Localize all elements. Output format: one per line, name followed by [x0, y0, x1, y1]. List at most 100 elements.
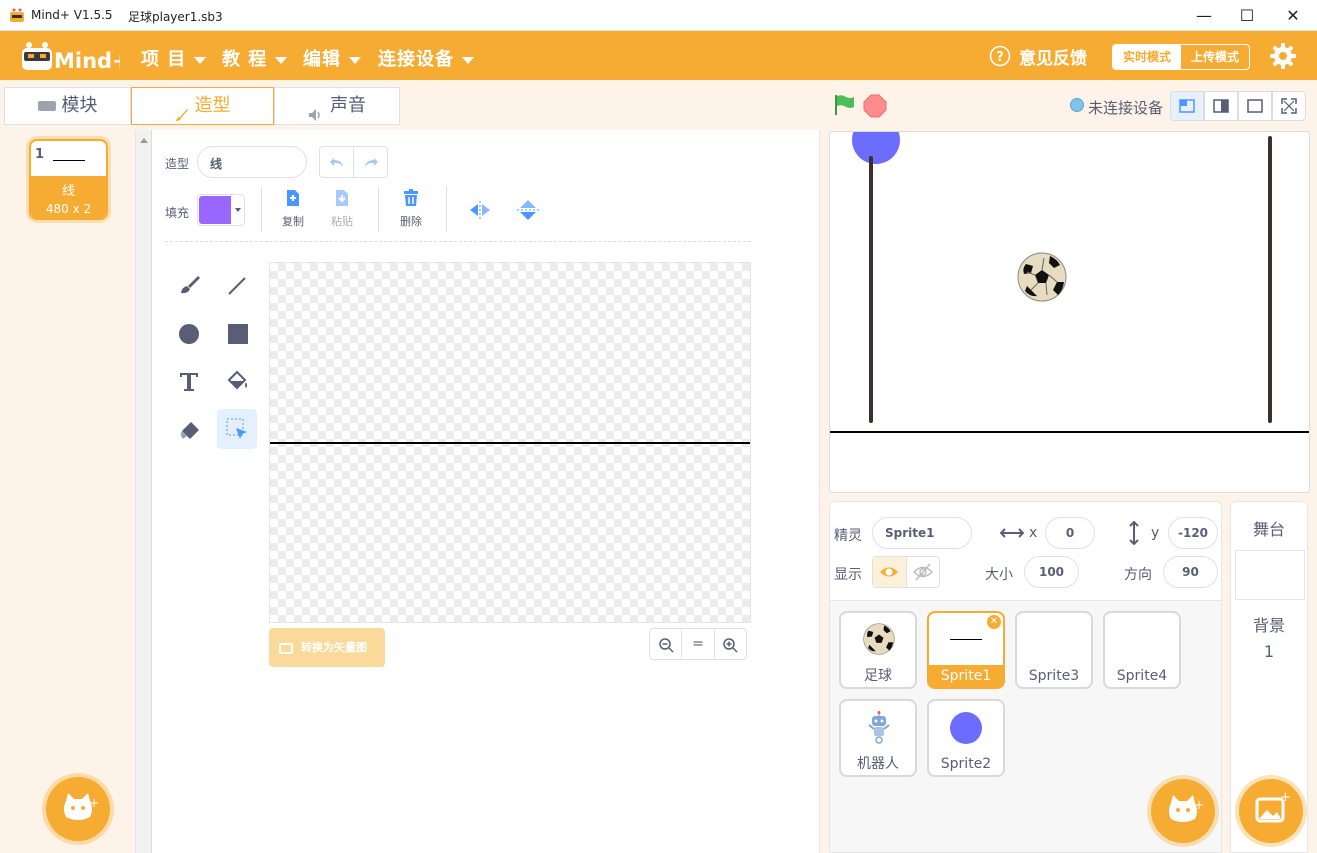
fill-swatch: [199, 196, 231, 224]
blocks-icon: [37, 101, 56, 111]
settings-button[interactable]: [1269, 42, 1297, 70]
costume-index: 1: [35, 147, 45, 162]
line-shape[interactable]: [270, 442, 750, 444]
costume-name-label: 造型: [165, 157, 190, 171]
chevron-down-icon: [275, 56, 288, 64]
sprite-name-input[interactable]: Sprite1: [872, 517, 972, 549]
mindplus-logo[interactable]: Mind+: [20, 40, 130, 74]
normal-stage-button[interactable]: [1204, 91, 1238, 121]
copy-label: 复制: [282, 215, 304, 228]
tab-costumes[interactable]: 造型: [131, 87, 274, 125]
costume-item[interactable]: 1 线 480 x 2: [29, 139, 108, 220]
line-tool[interactable]: [217, 265, 257, 305]
zoom-in-button[interactable]: [715, 629, 746, 659]
direction-label: 方向: [1124, 567, 1152, 583]
flip-horizontal-icon: [470, 201, 490, 219]
realtime-mode-button[interactable]: 实时模式: [1113, 45, 1181, 69]
scroll-up-icon[interactable]: [140, 138, 148, 143]
left-goal-post[interactable]: [869, 156, 873, 423]
small-stage-button[interactable]: [1170, 91, 1204, 121]
stop-button[interactable]: [863, 94, 887, 118]
choose-costume-button[interactable]: +: [46, 777, 110, 841]
costume-list-scrollbar[interactable]: [136, 130, 152, 853]
costume-name-input[interactable]: 线: [197, 146, 307, 178]
horizontal-arrow-icon: [1000, 528, 1024, 538]
brush-tool-icon: [181, 276, 200, 294]
menu-connect-device[interactable]: 连接设备: [378, 45, 474, 71]
choose-backdrop-button[interactable]: +: [1239, 779, 1303, 843]
tab-sounds[interactable]: 声音: [274, 87, 400, 125]
minimize-button[interactable]: —: [1186, 4, 1222, 28]
zoom-out-button[interactable]: [650, 629, 683, 659]
brush-tool[interactable]: [169, 265, 209, 305]
y-input[interactable]: -120: [1168, 517, 1218, 549]
fullscreen-button[interactable]: [1272, 91, 1306, 121]
copy-button[interactable]: 复制: [278, 189, 308, 229]
sprite-tile-sprite2[interactable]: Sprite2: [927, 699, 1005, 777]
menu-edit-label: 编辑: [303, 49, 341, 70]
delete-button[interactable]: 删除: [396, 189, 426, 229]
size-input[interactable]: 100: [1024, 556, 1079, 588]
editor-tabs: 模块 造型 声音: [0, 80, 820, 130]
feedback-button[interactable]: ? 意见反馈: [989, 44, 1087, 69]
sprite-tile-label: Sprite3: [1028, 668, 1080, 684]
tab-blocks-label: 模块: [61, 95, 98, 116]
x-input[interactable]: 0: [1045, 517, 1095, 549]
paint-canvas[interactable]: [269, 262, 751, 623]
sprite-tile-sprite4[interactable]: Sprite4: [1103, 611, 1181, 689]
sprite-tile-robot[interactable]: 机器人: [839, 699, 917, 777]
fill-tool[interactable]: [217, 361, 257, 401]
delete-label: 删除: [400, 215, 422, 228]
blue-ball-sprite[interactable]: [852, 132, 900, 164]
menu-tutorial[interactable]: 教 程: [222, 45, 288, 71]
text-tool[interactable]: [169, 361, 209, 401]
delete-sprite-icon[interactable]: ✕: [987, 615, 1001, 629]
select-tool[interactable]: [217, 409, 257, 449]
file-title: 足球player1.sb3: [128, 10, 223, 24]
show-button[interactable]: [873, 557, 907, 587]
line-tool-icon: [228, 277, 246, 295]
green-flag-button[interactable]: [832, 93, 856, 117]
menu-edit[interactable]: 编辑: [303, 45, 361, 71]
sprite-tile-sprite1[interactable]: ✕ Sprite1: [927, 611, 1005, 689]
stage-canvas[interactable]: [829, 131, 1310, 493]
flip-vertical-button[interactable]: [516, 198, 540, 222]
soccer-ball-icon: [1017, 252, 1067, 302]
visibility-toggle: [872, 556, 940, 588]
flip-vertical-icon: [517, 200, 539, 220]
eraser-tool[interactable]: [169, 409, 209, 449]
upload-mode-button[interactable]: 上传模式: [1181, 45, 1249, 69]
stage-target-panel[interactable]: 舞台 背景 1 +: [1230, 501, 1308, 853]
tab-blocks[interactable]: 模块: [4, 87, 131, 125]
direction-input[interactable]: 90: [1163, 556, 1218, 588]
hide-button[interactable]: [907, 557, 940, 587]
menu-project-label: 项 目: [141, 49, 187, 70]
brush-icon: [175, 99, 189, 121]
redo-button[interactable]: [354, 147, 387, 177]
menu-project[interactable]: 项 目: [141, 45, 207, 71]
choose-sprite-button[interactable]: +: [1151, 779, 1215, 843]
flip-horizontal-button[interactable]: [468, 200, 492, 220]
sprite-tile-sprite3[interactable]: Sprite3: [1015, 611, 1093, 689]
undo-redo-group: [319, 146, 388, 178]
soccer-ball-sprite[interactable]: [1017, 252, 1067, 302]
undo-button[interactable]: [320, 147, 354, 177]
circle-tool[interactable]: [169, 313, 209, 353]
fill-color-picker[interactable]: [197, 194, 245, 226]
line-sprite[interactable]: [830, 431, 1309, 433]
large-stage-button[interactable]: [1238, 91, 1272, 121]
mode-toggle[interactable]: 实时模式 上传模式: [1112, 44, 1250, 70]
undo-icon: [329, 158, 343, 167]
svg-text:+: +: [89, 796, 99, 810]
app-icon: [10, 8, 24, 22]
zoom-reset-button[interactable]: =: [682, 629, 715, 659]
paste-button[interactable]: 粘贴: [327, 189, 357, 229]
rectangle-tool[interactable]: [217, 313, 257, 353]
right-goal-post[interactable]: [1268, 136, 1272, 423]
sprite-tile-soccer[interactable]: 足球: [839, 611, 917, 689]
tab-sounds-label: 声音: [330, 95, 366, 116]
maximize-button[interactable]: ☐: [1229, 4, 1265, 28]
convert-to-vector-button[interactable]: 转换为矢量图: [269, 628, 385, 667]
sprite-tile-label: Sprite4: [1116, 668, 1168, 684]
close-button[interactable]: ✕: [1275, 4, 1311, 28]
